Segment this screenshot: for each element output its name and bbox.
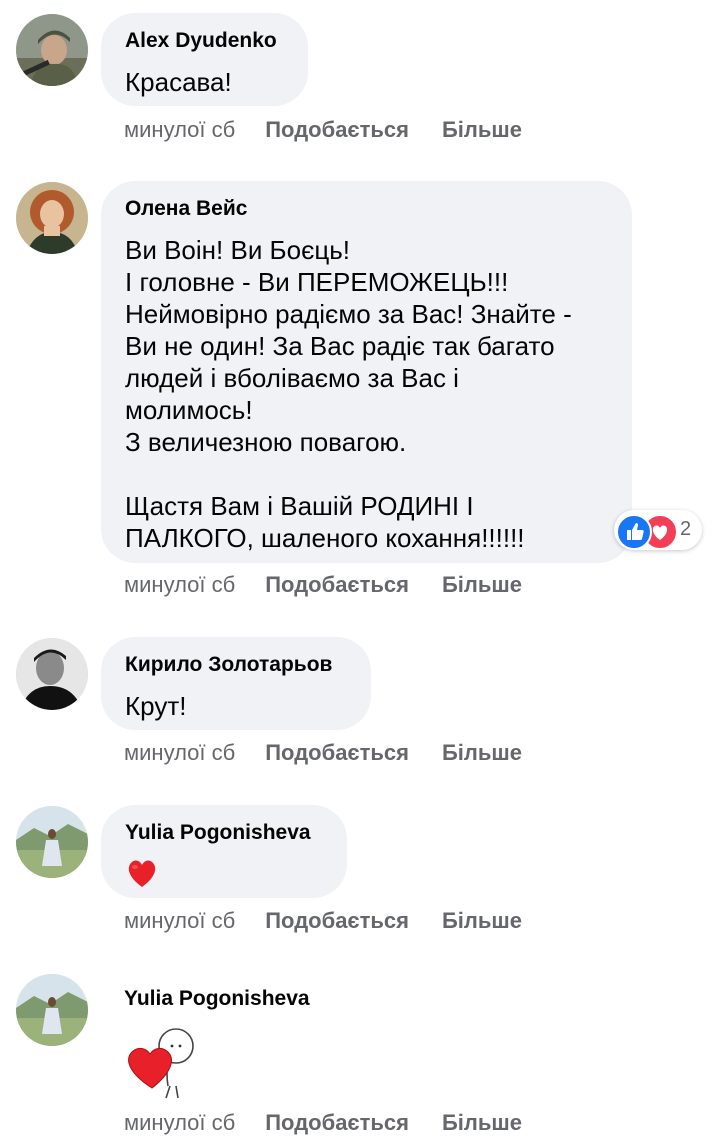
comment-bubble: Олена Вейс Ви Воін! Ви Боєць! І головне … xyxy=(101,181,632,563)
comment-bubble: Yulia Pogonisheva xyxy=(101,805,347,898)
like-button[interactable]: Подобається xyxy=(265,908,409,934)
comment-time[interactable]: минулої сб xyxy=(124,572,235,598)
comment-author[interactable]: Yulia Pogonisheva xyxy=(124,987,310,1011)
comment-bubble: Кирило Золотарьов Крут! xyxy=(101,637,371,730)
comment-author[interactable]: Alex Dyudenko xyxy=(125,29,284,53)
comment-text: Красава! xyxy=(125,67,232,97)
like-button[interactable]: Подобається xyxy=(265,1110,409,1136)
comment-actions: минулої сб Подобається Більше xyxy=(124,117,522,143)
avatar-photo xyxy=(16,182,88,254)
avatar[interactable] xyxy=(16,182,88,254)
reaction-summary[interactable]: 2 xyxy=(614,510,702,550)
comment-text: Крут! xyxy=(125,691,187,721)
comment-time[interactable]: минулої сб xyxy=(124,1110,235,1136)
more-button[interactable]: Більше xyxy=(442,1110,522,1136)
avatar-photo xyxy=(16,806,88,878)
heart-emoji xyxy=(125,857,323,894)
avatar[interactable] xyxy=(16,974,88,1046)
heart-hug-sticker[interactable] xyxy=(122,1024,202,1105)
like-button[interactable]: Подобається xyxy=(265,117,409,143)
avatar[interactable] xyxy=(16,638,88,710)
comment-time[interactable]: минулої сб xyxy=(124,740,235,766)
avatar-photo xyxy=(16,974,88,1046)
comment-actions: минулої сб Подобається Більше xyxy=(124,908,522,934)
avatar-photo xyxy=(16,638,88,710)
comment-author[interactable]: Yulia Pogonisheva xyxy=(125,821,323,845)
like-icon xyxy=(616,514,652,550)
comment-time[interactable]: минулої сб xyxy=(124,908,235,934)
comment-text: Ви Воін! Ви Боєць! І головне - Ви ПЕРЕМО… xyxy=(125,235,572,553)
comment-actions: минулої сб Подобається Більше xyxy=(124,740,522,766)
like-button[interactable]: Подобається xyxy=(265,740,409,766)
comment-author[interactable]: Олена Вейс xyxy=(125,197,608,221)
avatar[interactable] xyxy=(16,806,88,878)
more-button[interactable]: Більше xyxy=(442,117,522,143)
comment-actions: минулої сб Подобається Більше xyxy=(124,1110,522,1136)
like-button[interactable]: Подобається xyxy=(265,572,409,598)
comment-actions: минулої сб Подобається Більше xyxy=(124,572,522,598)
comment-author[interactable]: Кирило Золотарьов xyxy=(125,653,347,677)
reaction-count: 2 xyxy=(680,518,692,540)
more-button[interactable]: Більше xyxy=(442,572,522,598)
avatar[interactable] xyxy=(16,14,88,86)
more-button[interactable]: Більше xyxy=(442,908,522,934)
comment-time[interactable]: минулої сб xyxy=(124,117,235,143)
avatar-photo xyxy=(16,14,88,86)
more-button[interactable]: Більше xyxy=(442,740,522,766)
comment-bubble: Alex Dyudenko Красава! xyxy=(101,13,308,106)
